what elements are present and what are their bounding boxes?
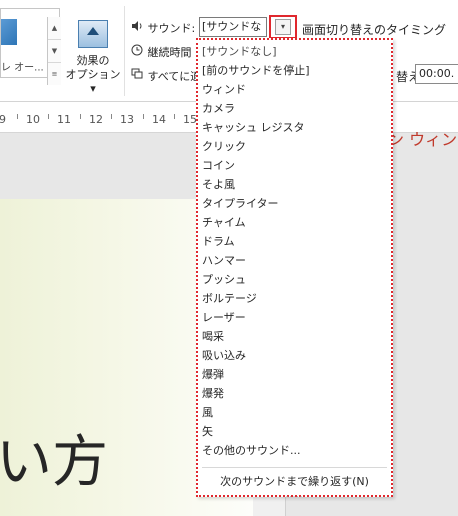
sound-option[interactable]: レーザー (198, 308, 391, 327)
sound-option[interactable]: 喝采 (198, 327, 391, 346)
sound-option[interactable]: カメラ (198, 99, 391, 118)
effect-options-icon (78, 20, 108, 48)
effect-options-button[interactable]: 効果の オプション ▾ (64, 16, 122, 95)
sound-option[interactable]: 爆弾 (198, 365, 391, 384)
apply-all-icon (130, 68, 144, 83)
ruler-tick: 14 (152, 113, 166, 126)
ruler-tick: 10 (26, 113, 40, 126)
slide-side-title: ン ウィン (388, 130, 458, 149)
sound-option[interactable]: クリック (198, 137, 391, 156)
sound-option[interactable]: コイン (198, 156, 391, 175)
effect-options-label-line1: 効果の (76, 54, 110, 67)
resize-grip-icon[interactable]: ..... (198, 491, 391, 499)
after-time-input[interactable]: 00:00. (415, 64, 458, 84)
effect-options-label-line2: オプション (65, 68, 121, 81)
ruler-tick: 9 (0, 113, 6, 126)
chevron-down-icon[interactable]: ▾ (275, 19, 291, 35)
gallery-item-label: レ オー... (1, 62, 44, 74)
group-divider (124, 6, 125, 96)
ruler-mark (48, 114, 49, 119)
ruler-tick: 12 (89, 113, 103, 126)
ruler-tick: 15 (183, 113, 197, 126)
sound-option[interactable]: ボルテージ (198, 289, 391, 308)
sound-option[interactable]: 矢 (198, 422, 391, 441)
apply-all-label[interactable]: すべてに適 (148, 70, 202, 83)
timing-group-title: 画面切り替えのタイミング (302, 23, 447, 37)
clock-icon (130, 44, 144, 59)
ruler-mark (80, 114, 81, 119)
sound-option[interactable]: プッシュ (198, 270, 391, 289)
sound-option[interactable]: 吸い込み (198, 346, 391, 365)
transition-gallery[interactable]: レ オー... ▲ ▼ ≡ (0, 8, 61, 85)
sound-option[interactable]: 爆発 (198, 384, 391, 403)
sound-option[interactable]: タイプライター (198, 194, 391, 213)
transition-thumbnail[interactable] (1, 19, 17, 45)
sound-options: [サウンドなし] [前のサウンドを停止] ウィンド カメラ キャッシュ レジスタ クリック… (198, 40, 391, 460)
sound-row: サウンド: (130, 20, 195, 36)
sound-option[interactable]: その他のサウンド... (198, 441, 391, 460)
ruler-mark (143, 114, 144, 119)
ruler-mark (111, 114, 112, 119)
sound-dropdown-button[interactable]: ▾ (269, 15, 297, 39)
sound-option[interactable]: そよ風 (198, 175, 391, 194)
sound-option[interactable]: ハンマー (198, 251, 391, 270)
ruler-mark (17, 114, 18, 119)
sound-option[interactable]: チャイム (198, 213, 391, 232)
gallery-scroll-up-icon[interactable]: ▲ (48, 17, 61, 40)
chevron-down-icon: ▾ (90, 82, 96, 95)
sound-option[interactable]: ドラム (198, 232, 391, 251)
sound-option[interactable]: 風 (198, 403, 391, 422)
ruler-mark (174, 114, 175, 119)
speaker-icon (130, 20, 144, 35)
sound-option[interactable]: [前のサウンドを停止] (198, 61, 391, 80)
duration-row: 継続時間 (130, 44, 192, 60)
ruler-tick: 11 (57, 113, 71, 126)
slide-title-text[interactable]: い方 (0, 431, 108, 495)
gallery-scroll-down-icon[interactable]: ▼ (48, 40, 61, 63)
loop-until-next-sound-option[interactable]: 次のサウンドまで繰り返す(N) (198, 472, 391, 491)
sound-option[interactable]: キャッシュ レジスタ (198, 118, 391, 137)
apply-all-row[interactable]: すべてに適 (130, 68, 201, 84)
sound-option[interactable]: ウィンド (198, 80, 391, 99)
sound-label: サウンド: (147, 22, 196, 35)
gallery-more-icon[interactable]: ≡ (48, 63, 61, 85)
sound-option[interactable]: [サウンドなし] (198, 42, 391, 61)
ruler-tick: 13 (120, 113, 134, 126)
menu-divider (202, 467, 387, 468)
sound-select[interactable]: [サウンドなし] (199, 17, 267, 51)
sound-dropdown-list: [サウンドなし] [前のサウンドを停止] ウィンド カメラ キャッシュ レジスタ クリック… (196, 38, 393, 499)
gallery-scrollbar[interactable]: ▲ ▼ ≡ (47, 17, 61, 85)
duration-label: 継続時間 (147, 46, 192, 59)
